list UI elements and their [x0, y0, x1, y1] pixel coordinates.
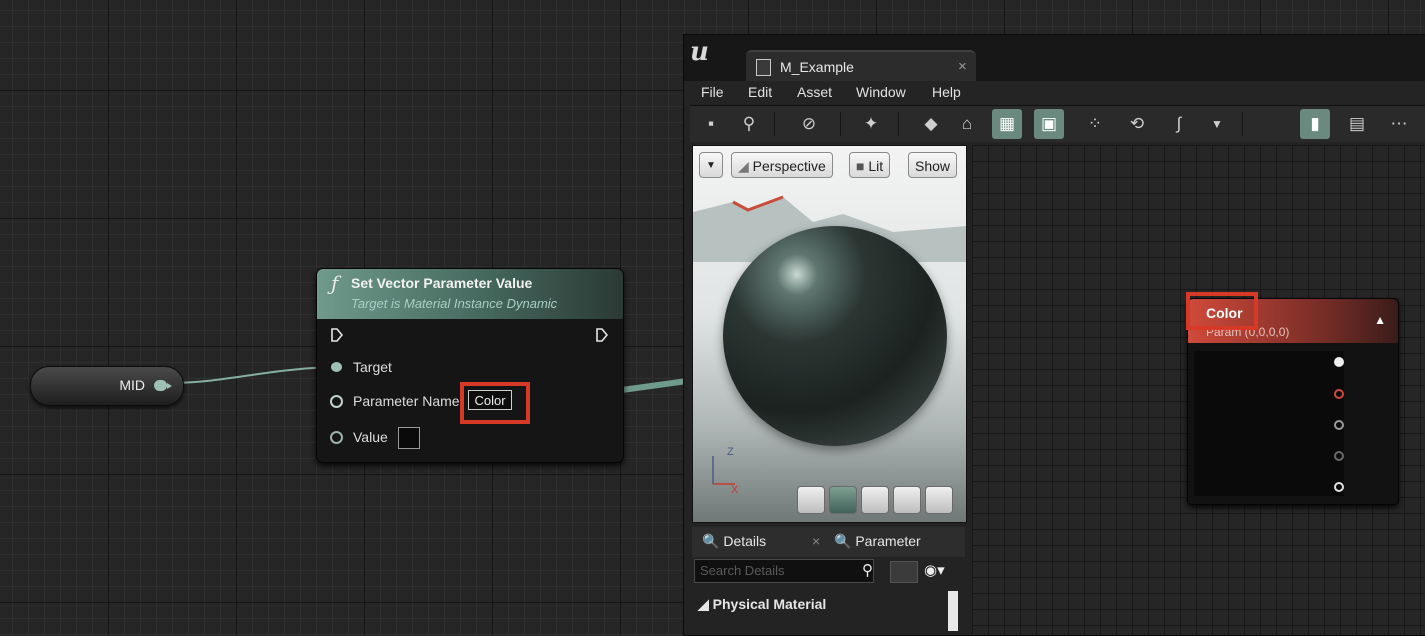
sphere-preview-icon[interactable]	[829, 486, 857, 514]
view-options-icon[interactable]: ◉▾	[924, 561, 945, 579]
perspective-button[interactable]: ◢ Perspective	[731, 152, 833, 178]
save-icon[interactable]: ▪	[696, 109, 726, 139]
document-tab[interactable]: M_Example ×	[746, 50, 976, 83]
preview-sphere	[723, 226, 947, 446]
perspective-label: Perspective	[752, 158, 826, 174]
mid-variable-node[interactable]: MID	[30, 366, 184, 406]
details-tab[interactable]: 🔍 Details	[702, 533, 766, 550]
toolbar-separator	[1242, 112, 1243, 136]
parameter-preview	[1194, 351, 1344, 496]
collapse-arrow-icon: ◢	[698, 596, 713, 612]
material-asset-icon	[756, 59, 771, 76]
show-label: Show	[915, 158, 951, 174]
stats-icon[interactable]: ∫	[1164, 109, 1194, 139]
close-details-tab-icon[interactable]: ×	[812, 533, 820, 549]
parameter-icon: 🔍	[834, 533, 856, 549]
platform-stats-icon[interactable]: ▤	[1342, 109, 1372, 139]
axis-x-label: X	[731, 484, 739, 496]
parameter-tab[interactable]: 🔍 Parameter	[834, 533, 921, 550]
output-b-pin[interactable]	[1334, 451, 1344, 461]
search-details-input[interactable]: Search Details	[694, 559, 874, 583]
viewport-options-button[interactable]: ▼	[699, 152, 723, 178]
parameter-name-pin[interactable]	[330, 395, 343, 408]
document-tab-title: M_Example	[780, 59, 854, 75]
node-header: ƒ Set Vector Parameter Value Target is M…	[317, 269, 623, 319]
cube-preview-icon[interactable]	[893, 486, 921, 514]
plane-preview-icon[interactable]	[861, 486, 889, 514]
collapse-node-icon[interactable]: ▲	[1374, 313, 1386, 327]
toolbar-separator	[774, 112, 775, 136]
node-subtitle: Target is Material Instance Dynamic	[351, 296, 558, 311]
live-update-icon[interactable]: ▣	[1034, 109, 1064, 139]
axis-z-label: Z	[727, 446, 734, 458]
lit-label: Lit	[868, 158, 884, 174]
cylinder-preview-icon[interactable]	[797, 486, 825, 514]
unreal-logo-icon: u	[690, 37, 709, 67]
show-button[interactable]: Show	[908, 152, 958, 178]
value-label: Value	[353, 429, 388, 445]
palette-icon[interactable]: ▮	[1300, 109, 1330, 139]
menu-asset[interactable]: Asset	[797, 84, 832, 100]
apply-icon[interactable]: ⊘	[794, 109, 824, 139]
exec-output-pin[interactable]	[596, 328, 608, 342]
details-panel-tabs: 🔍 Details × 🔍 Parameter	[692, 527, 965, 557]
close-tab-icon[interactable]: ×	[958, 58, 967, 75]
value-pin[interactable]	[330, 431, 343, 444]
scrollbar[interactable]	[948, 591, 958, 631]
output-a-pin[interactable]	[1334, 482, 1344, 492]
browse-icon[interactable]: ⚲	[734, 109, 764, 139]
highlight-parameter-name	[460, 382, 530, 424]
find-icon[interactable]: ◆	[916, 109, 946, 139]
custom-mesh-preview-icon[interactable]	[925, 486, 953, 514]
output-r-pin[interactable]	[1334, 389, 1344, 399]
menu-edit[interactable]: Edit	[748, 84, 772, 100]
set-vector-parameter-node[interactable]: ƒ Set Vector Parameter Value Target is M…	[316, 268, 624, 463]
highlight-color-parameter	[1186, 292, 1258, 330]
output-rgb-pin[interactable]	[1334, 357, 1344, 367]
preview-viewport[interactable]: ▼ ◢ Perspective ■ Lit Show Z X	[692, 145, 967, 523]
live-nodes-icon[interactable]: ⟲	[1122, 109, 1152, 139]
value-color-swatch[interactable]	[398, 427, 420, 449]
menu-help[interactable]: Help	[932, 84, 961, 100]
exec-input-pin[interactable]	[331, 328, 343, 342]
toolbar-separator	[898, 112, 899, 136]
physical-material-category[interactable]: ◢ Physical Material	[698, 596, 826, 613]
function-icon: ƒ	[331, 271, 339, 295]
category-label: Physical Material	[712, 596, 827, 612]
details-tab-label: Details	[723, 533, 767, 549]
toolbar: ▪ ⚲ ⊘ ✦ ◆ ⌂ ▦ ▣ ⁘ ⟲ ∫ ▼ ▮ ▤ ⋯	[690, 105, 1425, 142]
parameter-name-label: Parameter Name	[353, 393, 460, 409]
node-title: Set Vector Parameter Value	[351, 275, 533, 291]
lit-button[interactable]: ■ Lit	[849, 152, 891, 178]
menu-file[interactable]: File	[701, 84, 724, 100]
menu-window[interactable]: Window	[856, 84, 906, 100]
search-icon: ⚲	[862, 562, 873, 579]
hide-connectors-icon[interactable]: ⁘	[1080, 109, 1110, 139]
lit-cube-icon: ■	[856, 158, 869, 174]
camera-icon: ◢	[738, 158, 753, 174]
details-icon: 🔍	[702, 533, 724, 549]
home-icon[interactable]: ⌂	[952, 109, 982, 139]
mid-to-target-wire	[171, 366, 331, 384]
parameter-tab-label: Parameter	[855, 533, 921, 549]
variable-output-pin[interactable]	[154, 380, 172, 391]
property-matrix-icon[interactable]	[890, 561, 918, 583]
menu-bar: File Edit Asset Window Help	[684, 81, 1425, 105]
layout-dropdown-icon[interactable]: ⋯	[1384, 109, 1414, 139]
target-label: Target	[353, 359, 392, 375]
toolbar-separator	[840, 112, 841, 136]
variable-label: MID	[119, 377, 145, 393]
target-pin[interactable]	[331, 362, 342, 372]
live-preview-icon[interactable]: ▦	[992, 109, 1022, 139]
chevron-down-icon[interactable]: ▼	[1202, 109, 1232, 139]
clean-up-icon[interactable]: ✦	[856, 109, 886, 139]
title-bar: u M_Example ×	[684, 35, 1425, 83]
output-g-pin[interactable]	[1334, 420, 1344, 430]
